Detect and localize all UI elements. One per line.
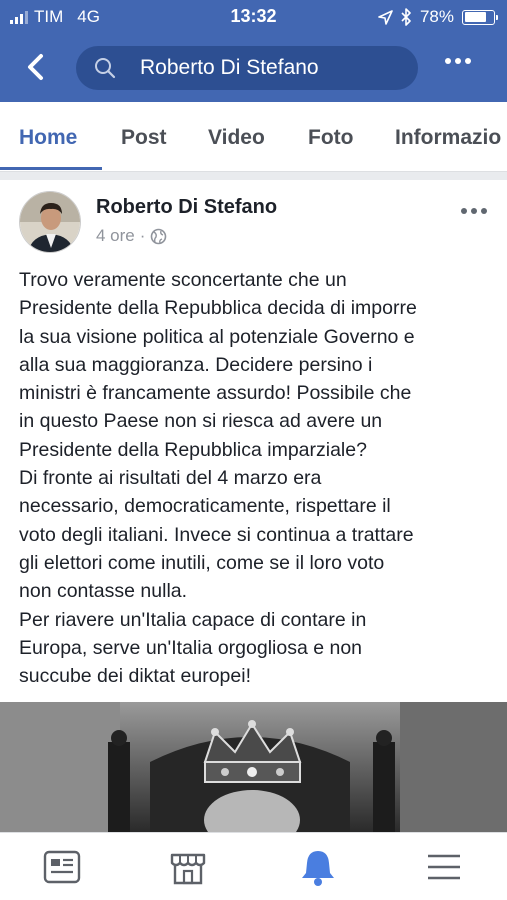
post-card: Roberto Di Stefano 4 ore · Trovo veramen…: [0, 172, 507, 702]
tab-video[interactable]: Video: [208, 126, 265, 150]
globe-icon: [151, 228, 167, 244]
avatar[interactable]: [19, 191, 81, 253]
status-right: 78%: [378, 7, 498, 27]
top-bar: TIM 4G 13:32 78% Roberto Di Stefano: [0, 0, 507, 102]
post-image[interactable]: [0, 702, 507, 832]
tab-informazioni[interactable]: Informazio: [395, 126, 501, 150]
post-meta: 4 ore ·: [96, 226, 167, 246]
active-tab-indicator: [0, 167, 102, 170]
location-icon: [378, 9, 393, 25]
search-text: Roberto Di Stefano: [140, 56, 319, 79]
bluetooth-icon: [401, 8, 411, 26]
separator-dot: ·: [139, 226, 146, 245]
tab-foto[interactable]: Foto: [308, 126, 353, 150]
search-icon: [95, 58, 116, 79]
bottom-navigation: [0, 832, 507, 900]
post-author[interactable]: Roberto Di Stefano: [96, 196, 277, 219]
notifications-bell-icon[interactable]: [298, 847, 338, 887]
news-feed-icon[interactable]: [42, 847, 82, 887]
page-tabs: Home Post Video Foto Informazio: [0, 102, 507, 172]
chevron-left-icon[interactable]: [22, 52, 52, 82]
status-bar: TIM 4G 13:32 78%: [0, 0, 507, 34]
battery-icon: [462, 9, 498, 25]
post-time[interactable]: 4 ore: [96, 226, 135, 246]
menu-icon[interactable]: [424, 847, 464, 887]
post-options-icon[interactable]: [461, 208, 487, 214]
post-text: Trovo veramente sconcertante che un Pres…: [19, 269, 417, 688]
marketplace-icon[interactable]: [168, 847, 208, 887]
tab-post[interactable]: Post: [121, 126, 167, 150]
tab-home[interactable]: Home: [19, 126, 77, 150]
search-field[interactable]: Roberto Di Stefano: [76, 46, 418, 90]
battery-percent: 78%: [419, 7, 454, 26]
more-options-icon[interactable]: [445, 58, 471, 64]
navigation-bar: Roberto Di Stefano: [0, 38, 507, 96]
